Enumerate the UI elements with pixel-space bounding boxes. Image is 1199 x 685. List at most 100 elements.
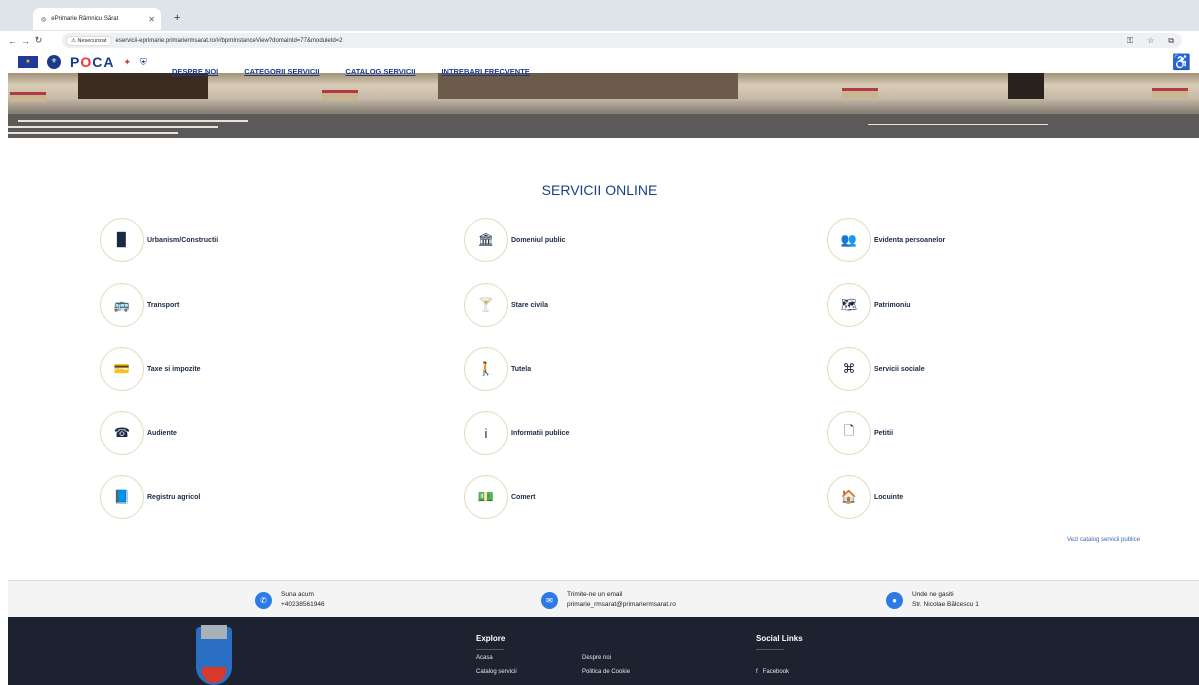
service-item[interactable]: 👥 Evidenta persoanelor	[827, 218, 945, 262]
nav-categorii-servicii[interactable]: CATEGORII SERVICII	[244, 67, 319, 76]
service-item[interactable]: 🏠 Locuinte	[827, 475, 903, 519]
close-tab-icon[interactable]: ✕	[148, 15, 155, 24]
page-title: SERVICII ONLINE	[541, 182, 658, 198]
service-label: Locuinte	[874, 493, 904, 501]
contact-bar: ✆ Suna acum +40238561946 ✉ Trimite-ne un…	[8, 580, 1199, 617]
divider	[476, 649, 504, 650]
banner-image	[78, 73, 208, 99]
banner-image-door	[1008, 73, 1044, 99]
nav-intrebari-frecvente[interactable]: INTREBARI FRECVENTE	[441, 67, 529, 76]
reload-icon[interactable]: ↻	[32, 35, 45, 46]
email-address: primarie_rmsarat@primariermsarat.ro	[567, 601, 676, 608]
extensions-icon[interactable]: ⧉	[1168, 36, 1174, 46]
new-tab-button[interactable]: +	[174, 12, 180, 24]
bus-icon: 🚌	[100, 283, 144, 327]
service-item[interactable]: 🗋 Petitii	[827, 411, 893, 455]
key-icon[interactable]: ⚿	[1127, 36, 1133, 46]
flower-planter	[322, 90, 358, 100]
main-nav: DESPRE NOI CATEGORII SERVICII CATALOG SE…	[172, 67, 530, 76]
book-icon: 📘	[100, 475, 144, 519]
browser-chrome: ◎ ePrimarie Râmnicu Sărat ✕ + ← → ↻ ⚠ Ne…	[0, 0, 1199, 50]
not-secure-badge[interactable]: ⚠ Nesecurizat	[66, 35, 112, 46]
catalog-link[interactable]: Vezi catalog servicii publice	[1067, 537, 1140, 543]
service-label: Domeniul public	[511, 236, 566, 244]
crest-tower	[201, 625, 227, 639]
service-item[interactable]: 💳 Taxe si impozite	[100, 347, 201, 391]
flower-planter	[1152, 88, 1188, 98]
nav-despre-noi[interactable]: DESPRE NOI	[172, 67, 218, 76]
service-item[interactable]: 💵 Comert	[464, 475, 536, 519]
email-label: Trimite-ne un email	[567, 591, 623, 598]
service-item[interactable]: 📘 Registru agricol	[100, 475, 200, 519]
browser-toolbar: ← → ↻ ⚠ Nesecurizat eservicii-eprimarie.…	[0, 31, 1199, 50]
city-crest-icon: ⛨	[140, 56, 147, 67]
eu-flag-icon: ★	[18, 56, 38, 68]
phone-number: +40238561946	[281, 601, 325, 608]
banner-image-building	[438, 73, 738, 99]
romania-gov-icon: ⚜	[47, 55, 61, 69]
url-text: eservicii-eprimarie.primariermsarat.ro/#…	[115, 37, 343, 44]
crosswalk-stripe	[18, 120, 248, 122]
location-pin-icon: ●	[886, 591, 903, 609]
road-marking	[868, 124, 1048, 125]
home-icon: 🏠	[827, 475, 871, 519]
service-label: Tutela	[511, 365, 532, 373]
service-item[interactable]: 🏛 Domeniul public	[464, 218, 565, 262]
globe-icon: ◎	[41, 16, 47, 23]
footer: Explore Acasa Despre noi Catalog servici…	[8, 617, 1199, 685]
address-label: Unde ne gasiti	[912, 591, 954, 598]
facebook-icon: f	[756, 669, 758, 675]
facebook-label: Facebook	[762, 669, 790, 675]
building-icon: ▉	[100, 218, 144, 262]
service-item[interactable]: ▉ Urbanism/Constructii	[100, 218, 218, 262]
bookmark-star-icon[interactable]: ☆	[1147, 36, 1154, 46]
browser-tab[interactable]: ◎ ePrimarie Râmnicu Sărat ✕	[33, 8, 161, 30]
service-label: Petitii	[874, 429, 894, 437]
footer-link-despre-noi[interactable]: Despre noi	[582, 655, 611, 661]
contact-email[interactable]: ✉ Trimite-ne un email primarie_rmsarat@p…	[541, 590, 676, 610]
flower-planter	[842, 88, 878, 98]
contact-phone[interactable]: ✆ Suna acum +40238561946	[255, 590, 325, 610]
footer-link-facebook[interactable]: f Facebook	[756, 669, 789, 675]
back-arrow-icon[interactable]: ←	[6, 36, 19, 46]
service-label: Comert	[511, 493, 536, 501]
crosswalk-stripe	[8, 126, 218, 128]
partner-logo-icon: ✦	[123, 56, 132, 67]
service-item[interactable]: i Informatii publice	[464, 411, 569, 455]
service-item[interactable]: ⌘ Servicii sociale	[827, 347, 925, 391]
service-item[interactable]: 🚶 Tutela	[464, 347, 531, 391]
accessibility-icon[interactable]: ♿	[1172, 53, 1191, 71]
security-label: Nesecurizat	[77, 37, 107, 44]
email-icon: ✉	[541, 591, 558, 609]
divider	[756, 649, 784, 650]
footer-social-title: Social Links	[756, 634, 803, 643]
bank-icon: 🏛	[464, 218, 508, 262]
service-label: Transport	[147, 301, 180, 309]
phone-label: Suna acum	[281, 591, 314, 598]
service-label: Audiente	[147, 429, 177, 437]
forward-arrow-icon[interactable]: →	[19, 36, 32, 46]
service-label: Servicii sociale	[874, 365, 925, 373]
address-text: Str. Nicolae Bălcescu 1	[912, 601, 979, 608]
service-item[interactable]: 🗺 Patrimoniu	[827, 283, 911, 327]
service-label: Evidenta persoanelor	[874, 236, 946, 244]
service-label: Registru agricol	[147, 493, 201, 501]
map-icon: 🗺	[827, 283, 871, 327]
footer-link-acasa[interactable]: Acasa	[476, 655, 493, 661]
address-bar[interactable]: ⚠ Nesecurizat eservicii-eprimarie.primar…	[62, 33, 1182, 48]
child-icon: 🚶	[464, 347, 508, 391]
contact-address[interactable]: ● Unde ne gasiti Str. Nicolae Bălcescu 1	[886, 590, 979, 610]
tab-title: ePrimarie Râmnicu Sărat	[51, 16, 119, 22]
city-crest-logo	[196, 625, 232, 685]
users-icon: 👥	[827, 218, 871, 262]
footer-link-catalog-servicii[interactable]: Catalog servicii	[476, 669, 517, 675]
service-item[interactable]: 🍸 Stare civila	[464, 283, 548, 327]
service-label: Stare civila	[511, 301, 548, 309]
footer-link-politica-cookie[interactable]: Politica de Cookie	[582, 669, 630, 675]
service-item[interactable]: ☎ Audiente	[100, 411, 177, 455]
service-label: Taxe si impozite	[147, 365, 201, 373]
sitemap-icon: ⌘	[827, 347, 871, 391]
nav-catalog-servicii[interactable]: CATALOG SERVICII	[345, 67, 415, 76]
footer-explore-title: Explore	[476, 634, 506, 643]
service-item[interactable]: 🚌 Transport	[100, 283, 179, 327]
